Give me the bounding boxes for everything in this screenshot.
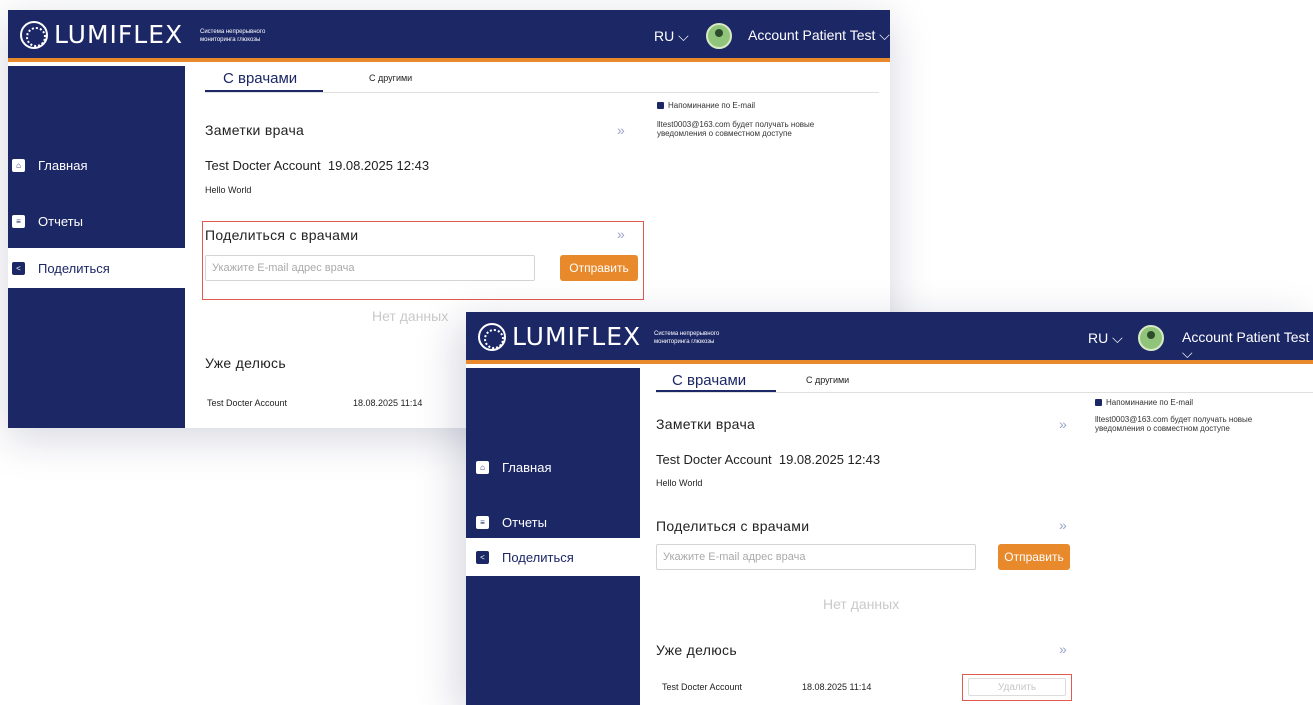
language-selector[interactable]: RU ⌵ <box>654 28 689 45</box>
note-datetime: 19.08.2025 12:43 <box>327 158 430 173</box>
note-doctor-name: Test Docter Account <box>656 452 772 467</box>
sidebar-item-label: Поделиться <box>502 549 574 565</box>
tagline: Система непрерывного мониторинга глюкозы <box>200 29 266 43</box>
sidebar-item-label: Главная <box>38 157 88 173</box>
tab-with-others[interactable]: С другими <box>806 375 849 385</box>
expand-share-icon[interactable]: » <box>1059 517 1067 533</box>
delete-button[interactable]: Удалить <box>968 678 1066 696</box>
brand-name: LUMIFLEX <box>54 20 184 49</box>
already-sharing-title: Уже делюсь <box>205 355 286 371</box>
account-name: Account Patient Test <box>748 27 876 43</box>
shared-doctor-name: Test Docter Account <box>662 682 743 692</box>
checkbox-checked-icon <box>1095 399 1102 406</box>
checkbox-checked-icon <box>657 102 664 109</box>
reports-icon: ≡ <box>12 214 25 228</box>
sidebar-item-home[interactable]: ⌂ Главная <box>8 145 185 185</box>
share-with-doctors-title: Поделиться с врачами <box>656 518 810 534</box>
sidebar-item-home[interactable]: ⌂ Главная <box>466 447 640 487</box>
sidebar-item-label: Отчеты <box>502 514 547 530</box>
language-label: RU <box>654 28 675 44</box>
note-datetime: 19.08.2025 12:43 <box>778 452 881 467</box>
brand-name: LUMIFLEX <box>512 322 642 351</box>
sidebar-item-label: Отчеты <box>38 213 83 229</box>
shared-doctor-name: Test Docter Account <box>207 398 288 408</box>
sidebar-item-label: Поделиться <box>38 260 110 276</box>
doctor-email-input[interactable] <box>205 255 535 281</box>
sidebar-item-label: Главная <box>502 459 552 475</box>
email-reminder-label: Напоминание по E-mail <box>1106 398 1194 407</box>
avatar[interactable] <box>706 23 732 49</box>
email-notice-text: lltest0003@163.com будет получать новые … <box>657 120 815 138</box>
email-reminder-checkbox[interactable]: Напоминание по E-mail <box>657 101 755 110</box>
note-header: Test Docter Account 19.08.2025 12:43 <box>656 452 880 467</box>
expand-share-icon[interactable]: » <box>617 226 625 242</box>
email-notice-text: lltest0003@163.com будет получать новые … <box>1095 415 1253 433</box>
logo: LUMIFLEX <box>20 20 183 49</box>
sidebar: ⌂ Главная ≡ Отчеты < Поделиться <box>8 66 185 428</box>
empty-state-text: Нет данных <box>823 596 900 612</box>
tagline: Система непрерывного мониторинга глюкозы <box>654 331 720 345</box>
header: LUMIFLEX Система непрерывного мониторинг… <box>8 10 890 62</box>
main-content: С врачами С другими Заметки врача » Test… <box>640 368 1313 705</box>
sidebar: ⌂ Главная ≡ Отчеты < Поделиться <box>466 368 640 705</box>
note-text: Hello World <box>656 478 703 488</box>
home-icon: ⌂ <box>476 460 489 474</box>
expand-already-sharing-icon[interactable]: » <box>1059 641 1067 657</box>
tab-with-others[interactable]: С другими <box>369 73 412 83</box>
note-doctor-name: Test Docter Account <box>205 158 321 173</box>
home-icon: ⌂ <box>12 158 25 172</box>
language-selector[interactable]: RU ⌵ <box>1088 330 1123 347</box>
account-name: Account Patient Test <box>1182 329 1310 345</box>
tab-divider <box>205 92 879 93</box>
doctor-notes-title: Заметки врача <box>205 122 305 138</box>
header: LUMIFLEX Система непрерывного мониторинг… <box>466 312 1313 364</box>
doctor-email-input[interactable] <box>656 544 976 570</box>
sidebar-item-reports[interactable]: ≡ Отчеты <box>466 502 640 542</box>
account-menu[interactable]: Account Patient Test ⌵ <box>748 27 890 44</box>
share-icon: < <box>12 261 25 275</box>
chevron-down-icon: ⌵ <box>1182 345 1193 361</box>
language-label: RU <box>1088 330 1109 346</box>
note-text: Hello World <box>205 185 252 195</box>
share-with-doctors-title: Поделиться с врачами <box>205 227 359 243</box>
doctor-notes-title: Заметки врача <box>656 416 756 432</box>
send-button[interactable]: Отправить <box>560 255 638 281</box>
email-reminder-label: Напоминание по E-mail <box>668 101 756 110</box>
expand-notes-icon[interactable]: » <box>617 122 625 138</box>
send-button[interactable]: Отправить <box>998 544 1070 570</box>
sidebar-item-share[interactable]: < Поделиться <box>8 248 185 288</box>
already-sharing-title: Уже делюсь <box>656 642 737 658</box>
shared-date: 18.08.2025 11:14 <box>802 682 872 692</box>
chevron-down-icon: ⌵ <box>1112 330 1123 346</box>
chevron-down-icon: ⌵ <box>678 28 689 44</box>
expand-notes-icon[interactable]: » <box>1059 416 1067 432</box>
screenshot-front: LUMIFLEX Система непрерывного мониторинг… <box>466 312 1313 705</box>
avatar[interactable] <box>1138 325 1164 351</box>
account-menu[interactable]: Account Patient Test ⌵ <box>1182 329 1313 362</box>
logo-icon <box>478 322 506 351</box>
tab-divider <box>656 392 1313 393</box>
logo-icon <box>20 20 48 49</box>
email-reminder-checkbox[interactable]: Напоминание по E-mail <box>1095 398 1193 407</box>
sidebar-item-reports[interactable]: ≡ Отчеты <box>8 201 185 241</box>
tab-with-doctors[interactable]: С врачами <box>672 372 746 389</box>
empty-state-text: Нет данных <box>372 308 449 324</box>
logo: LUMIFLEX <box>478 322 641 351</box>
note-header: Test Docter Account 19.08.2025 12:43 <box>205 158 429 173</box>
sidebar-item-share[interactable]: < Поделиться <box>466 538 640 576</box>
shared-date: 18.08.2025 11:14 <box>353 398 423 408</box>
share-icon: < <box>476 550 489 564</box>
tab-with-doctors[interactable]: С врачами <box>223 70 297 87</box>
reports-icon: ≡ <box>476 515 489 529</box>
chevron-down-icon: ⌵ <box>879 27 890 43</box>
